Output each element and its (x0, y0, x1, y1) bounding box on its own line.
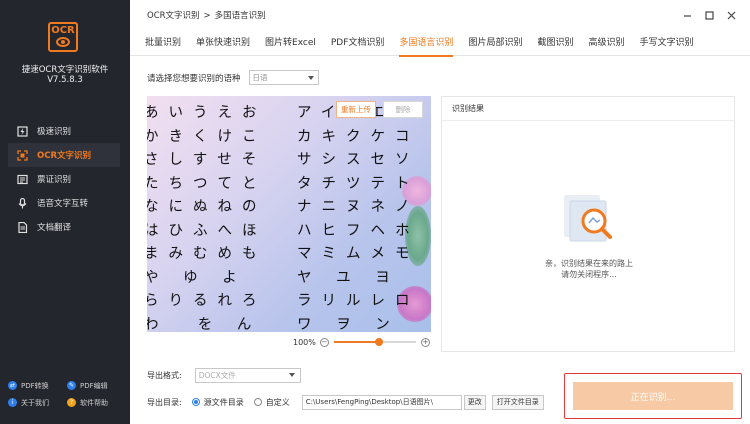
radio-custom-dir[interactable] (253, 398, 262, 406)
tab-partial[interactable]: 图片局部识别 (468, 32, 522, 56)
sidebar-item-label: 极速识别 (37, 127, 72, 137)
app-version: V7.5.8.3 (47, 75, 83, 85)
link-label: PDF编辑 (80, 381, 108, 390)
tab-screenshot[interactable]: 截图识别 (537, 32, 573, 56)
main-panel: OCR文字识别 > 多国语言识别 批量识别 单张快速识别 图片转Excel PDF文… (130, 0, 750, 424)
maximize-icon (704, 10, 714, 20)
change-path-button[interactable]: 更改 (463, 394, 486, 410)
help-link[interactable]: ? 软件帮助 (67, 398, 126, 408)
zoom-in-button[interactable]: + (420, 337, 430, 347)
zoom-control: 100% − + (293, 336, 430, 348)
sidebar-item-label: 语音文字互转 (37, 199, 89, 209)
reupload-button[interactable]: 重新上传 (336, 101, 376, 118)
sidebar-item-ticket[interactable]: 票证识别 (8, 167, 120, 191)
export-dir-row: 导出目录: 源文件目录 自定义 C:\Users\FengPing\Deskto… (147, 393, 544, 411)
minimize-icon (683, 14, 691, 17)
recognize-button[interactable]: 正在识别... (573, 382, 733, 410)
language-row: 请选择您想要识别的语种 日语 (147, 70, 319, 85)
tab-advanced[interactable]: 高级识别 (588, 32, 624, 56)
path-field[interactable]: C:\Users\FengPing\Desktop\日语图片\ (301, 394, 462, 410)
document-translate-icon (16, 221, 28, 233)
pdf-edit-link[interactable]: ✎ PDF编辑 (67, 381, 126, 391)
tab-bar: 批量识别 单张快速识别 图片转Excel PDF文档识别 多国语言识别 图片局部… (130, 32, 750, 57)
pdf-edit-icon: ✎ (67, 381, 76, 390)
sidebar-nav: 极速识别 OCR文字识别 票证识别 语音文字互转 文档翻译 (8, 119, 120, 239)
lightning-icon (16, 125, 28, 137)
tab-image-to-excel[interactable]: 图片转Excel (265, 32, 316, 56)
open-dir-button[interactable]: 打开文件目录 (491, 394, 544, 410)
zoom-out-button[interactable]: − (319, 337, 329, 347)
app-logo: OCR (48, 22, 78, 52)
result-message-line1: 亲，识别结果在来的路上 (545, 259, 633, 268)
radio-source-dir[interactable] (191, 398, 200, 406)
microphone-icon (16, 197, 28, 209)
sidebar-item-label: 票证识别 (37, 175, 72, 185)
sidebar-item-label: OCR文字识别 (37, 151, 92, 161)
chevron-down-icon (307, 75, 314, 80)
image-preview[interactable]: あいうえお かきくけこ さしすせそ たちつてと なにぬねの はひふへほ まみむめ… (147, 96, 431, 332)
maximize-button[interactable] (698, 7, 720, 23)
tab-single-fast[interactable]: 单张快速识别 (196, 32, 250, 56)
sidebar-item-ocr[interactable]: OCR文字识别 (8, 143, 120, 167)
result-panel: 识别结果 亲，识别结果在来的路上 请勿关闭程序... (441, 96, 735, 352)
sidebar-item-voice[interactable]: 语音文字互转 (8, 191, 120, 215)
zoom-slider[interactable] (333, 336, 416, 348)
link-label: 软件帮助 (80, 398, 108, 407)
ocr-scan-icon (16, 149, 28, 161)
slider-fill (333, 341, 379, 343)
minimize-button[interactable] (676, 7, 698, 23)
chevron-down-icon (288, 373, 295, 377)
about-link[interactable]: i 关于我们 (8, 398, 67, 408)
result-title: 识别结果 (442, 97, 734, 121)
language-select[interactable]: 日语 (248, 70, 319, 85)
language-value: 日语 (252, 73, 268, 82)
bottom-links: ⇄ PDF转换 ✎ PDF编辑 i 关于我们 ? 软件帮助 (8, 377, 126, 411)
option-custom-label[interactable]: 自定义 (266, 397, 290, 408)
processing-illustration (558, 187, 620, 247)
zoom-value: 100% (293, 337, 316, 347)
export-format-row: 导出格式: DOCX文件 (147, 366, 544, 384)
info-icon: i (8, 398, 17, 407)
format-select[interactable]: DOCX文件 (194, 367, 301, 383)
dir-label: 导出目录: (147, 397, 182, 407)
option-source-label[interactable]: 源文件目录 (204, 397, 244, 408)
katakana-text: アイウエオ カキクケコ サシスセソ タチツテト ナニヌネノ ハヒフヘホ マミムメ… (297, 105, 420, 332)
breadcrumb-root[interactable]: OCR文字识别 (147, 11, 200, 21)
pdf-convert-link[interactable]: ⇄ PDF转换 (8, 381, 67, 391)
app-name: 捷速OCR文字识别软件 (21, 65, 109, 75)
link-label: 关于我们 (21, 398, 49, 407)
sidebar-item-label: 文档翻译 (37, 223, 72, 233)
delete-button[interactable]: 删除 (383, 101, 423, 118)
sidebar-item-fast-recognition[interactable]: 极速识别 (8, 119, 120, 143)
hiragana-text: あいうえお かきくけこ さしすせそ たちつてと なにぬねの はひふへほ まみむめ… (147, 105, 267, 332)
breadcrumb-separator: > (203, 11, 211, 21)
language-label: 请选择您想要识别的语种 (147, 73, 241, 84)
pdf-convert-icon: ⇄ (8, 381, 17, 390)
result-message: 亲，识别结果在来的路上 请勿关闭程序... (442, 258, 736, 280)
logo-text: OCR (51, 25, 75, 36)
link-label: PDF转换 (21, 381, 49, 390)
result-message-line2: 请勿关闭程序... (561, 270, 617, 279)
sidebar: OCR 捷速OCR文字识别软件 V7.5.8.3 极速识别 OCR文字识别 票证… (0, 0, 130, 424)
breadcrumb: OCR文字识别 > 多国语言识别 (147, 9, 266, 21)
sidebar-item-translate[interactable]: 文档翻译 (8, 215, 120, 239)
format-value: DOCX文件 (198, 370, 236, 380)
close-icon (727, 11, 735, 19)
title-bar: OCR文字识别 > 多国语言识别 (130, 0, 750, 30)
eye-icon (56, 37, 70, 47)
window-controls (676, 7, 742, 23)
tab-handwriting[interactable]: 手写文字识别 (639, 32, 693, 56)
ticket-icon (16, 173, 28, 185)
tab-pdf[interactable]: PDF文档识别 (331, 32, 385, 56)
recognize-highlight: 正在识别... (564, 373, 742, 419)
close-button[interactable] (720, 7, 742, 23)
breadcrumb-current: 多国语言识别 (214, 11, 266, 21)
tab-multi-language[interactable]: 多国语言识别 (399, 32, 454, 57)
slider-thumb[interactable] (374, 338, 383, 346)
tab-batch[interactable]: 批量识别 (145, 32, 181, 56)
help-icon: ? (67, 398, 76, 407)
export-settings: 导出格式: DOCX文件 导出目录: 源文件目录 自定义 C:\Users\Fe… (147, 366, 544, 411)
format-label: 导出格式: (147, 370, 182, 380)
